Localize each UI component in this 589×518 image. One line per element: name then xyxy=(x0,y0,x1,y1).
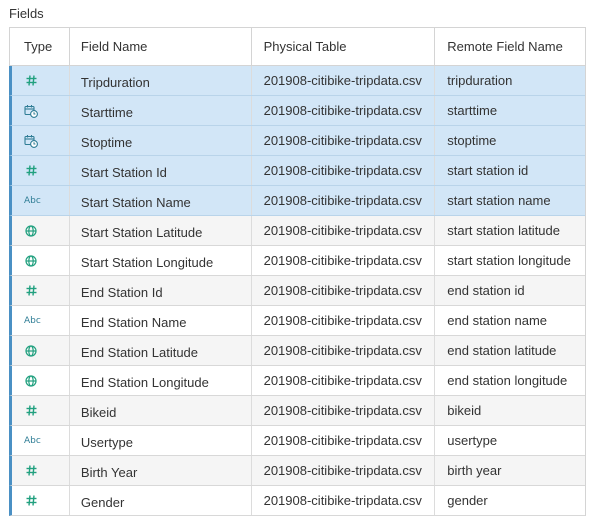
column-header-physical-table[interactable]: Physical Table xyxy=(252,28,436,65)
cell-field-name[interactable]: Stoptime xyxy=(70,126,252,155)
cell-remote-field-name: usertype xyxy=(447,433,498,448)
table-row[interactable]: Abc Usertype 201908-citibike-tripdata.csv u… xyxy=(9,426,585,456)
table-row[interactable]: Abc Start Station Name 201908-citibike-tri… xyxy=(9,186,585,216)
cell-physical-table: 201908-citibike-tripdata.csv xyxy=(252,486,436,515)
cell-field-name[interactable]: End Station Longitude xyxy=(70,366,252,395)
cell-field-name[interactable]: End Station Id xyxy=(70,276,252,305)
datetime-icon[interactable] xyxy=(24,104,38,118)
cell-remote-field-name: tripduration xyxy=(447,73,513,88)
table-row[interactable]: Start Station Latitude 201908-citibike-tr… xyxy=(9,216,585,246)
cell-remote-field-name: start station name xyxy=(447,193,551,208)
cell-field-name[interactable]: Start Station Latitude xyxy=(70,216,252,245)
table-row[interactable]: End Station Longitude 201908-citibike-tri… xyxy=(9,366,585,396)
cell-physical-table: 201908-citibike-tripdata.csv xyxy=(252,126,436,155)
cell-physical-table: 201908-citibike-tripdata.csv xyxy=(252,216,436,245)
column-header-type[interactable]: Type xyxy=(10,28,70,65)
cell-remote-field-name: bikeid xyxy=(447,403,482,418)
cell-field-name[interactable]: Starttime xyxy=(70,96,252,125)
cell-remote-field-name: end station id xyxy=(447,283,525,298)
section-title: Fields xyxy=(9,6,44,21)
number-icon[interactable] xyxy=(24,74,38,88)
table-row[interactable]: Start Station Id 201908-citibike-tripdata… xyxy=(9,156,585,186)
cell-remote-field-name: stoptime xyxy=(447,133,497,148)
cell-remote-field-name: end station latitude xyxy=(447,343,557,358)
cell-physical-table: 201908-citibike-tripdata.csv xyxy=(252,156,436,185)
cell-remote-field-name: gender xyxy=(447,493,488,508)
table-row[interactable]: Tripduration 201908-citibike-tripdata.csv… xyxy=(9,66,585,96)
cell-type[interactable] xyxy=(12,486,70,515)
globe-icon[interactable] xyxy=(24,344,38,358)
cell-field-name[interactable]: Usertype xyxy=(70,426,252,455)
cell-physical-table: 201908-citibike-tripdata.csv xyxy=(252,96,436,125)
globe-icon[interactable] xyxy=(24,254,38,268)
cell-type[interactable] xyxy=(12,366,70,395)
cell-field-name[interactable]: Start Station Longitude xyxy=(70,246,252,275)
datetime-icon[interactable] xyxy=(24,134,38,148)
cell-type[interactable] xyxy=(12,216,70,245)
cell-type[interactable] xyxy=(12,336,70,365)
globe-icon[interactable] xyxy=(24,374,38,388)
column-header-remote-field-name[interactable]: Remote Field Name xyxy=(435,28,585,65)
cell-physical-table: 201908-citibike-tripdata.csv xyxy=(252,66,436,95)
cell-physical-table: 201908-citibike-tripdata.csv xyxy=(252,336,436,365)
cell-physical-table: 201908-citibike-tripdata.csv xyxy=(252,456,436,485)
cell-physical-table: 201908-citibike-tripdata.csv xyxy=(252,186,436,215)
table-row[interactable]: Start Station Longitude 201908-citibike-t… xyxy=(9,246,585,276)
table-row[interactable]: Stoptime 201908-citibike-tripdata.csv stop… xyxy=(9,126,585,156)
cell-physical-table: 201908-citibike-tripdata.csv xyxy=(252,246,436,275)
cell-remote-field-name: starttime xyxy=(447,103,498,118)
string-icon[interactable]: Abc xyxy=(24,434,41,448)
grid-header: Type Field Name Physical Table Remote Fi… xyxy=(9,28,585,66)
cell-type[interactable] xyxy=(12,66,70,95)
cell-physical-table: 201908-citibike-tripdata.csv xyxy=(252,276,436,305)
cell-field-name[interactable]: Birth Year xyxy=(70,456,252,485)
cell-type[interactable] xyxy=(12,396,70,425)
cell-remote-field-name: end station name xyxy=(447,313,547,328)
cell-remote-field-name: birth year xyxy=(447,463,502,478)
table-row[interactable]: Birth Year 201908-citibike-tripdata.csv bi… xyxy=(9,456,585,486)
cell-type[interactable] xyxy=(12,246,70,275)
table-row[interactable]: End Station Id 201908-citibike-tripdata.c… xyxy=(9,276,585,306)
table-row[interactable]: Bikeid 201908-citibike-tripdata.csv bikeid xyxy=(9,396,585,426)
cell-remote-field-name: end station longitude xyxy=(447,373,568,388)
cell-type[interactable] xyxy=(12,456,70,485)
cell-field-name[interactable]: Gender xyxy=(70,486,252,515)
cell-field-name[interactable]: End Station Name xyxy=(70,306,252,335)
number-icon[interactable] xyxy=(24,404,38,418)
cell-field-name[interactable]: Start Station Id xyxy=(70,156,252,185)
grid-body: Tripduration 201908-citibike-tripdata.csv… xyxy=(9,66,585,516)
cell-field-name[interactable]: Tripduration xyxy=(70,66,252,95)
cell-remote-field-name: start station id xyxy=(447,163,529,178)
number-icon[interactable] xyxy=(24,164,38,178)
string-icon[interactable]: Abc xyxy=(24,194,41,208)
cell-type[interactable] xyxy=(12,156,70,185)
cell-type[interactable]: Abc xyxy=(12,306,70,335)
number-icon[interactable] xyxy=(24,284,38,298)
cell-type[interactable] xyxy=(12,96,70,125)
cell-type[interactable] xyxy=(12,276,70,305)
globe-icon[interactable] xyxy=(24,224,38,238)
cell-physical-table: 201908-citibike-tripdata.csv xyxy=(252,306,436,335)
cell-physical-table: 201908-citibike-tripdata.csv xyxy=(252,396,436,425)
table-row[interactable]: End Station Latitude 201908-citibike-trip… xyxy=(9,336,585,366)
cell-field-name[interactable]: End Station Latitude xyxy=(70,336,252,365)
cell-type[interactable] xyxy=(12,126,70,155)
number-icon[interactable] xyxy=(24,464,38,478)
column-header-field-name[interactable]: Field Name xyxy=(70,28,252,65)
cell-field-name[interactable]: Start Station Name xyxy=(70,186,252,215)
cell-type[interactable]: Abc xyxy=(12,186,70,215)
fields-grid: Type Field Name Physical Table Remote Fi… xyxy=(9,27,586,516)
string-icon[interactable]: Abc xyxy=(24,314,41,328)
cell-type[interactable]: Abc xyxy=(12,426,70,455)
table-row[interactable]: Gender 201908-citibike-tripdata.csv gender xyxy=(9,486,585,516)
table-row[interactable]: Starttime 201908-citibike-tripdata.csv sta… xyxy=(9,96,585,126)
table-row[interactable]: Abc End Station Name 201908-citibike-tripd… xyxy=(9,306,585,336)
cell-field-name[interactable]: Bikeid xyxy=(70,396,252,425)
cell-remote-field-name: start station longitude xyxy=(447,253,571,268)
cell-physical-table: 201908-citibike-tripdata.csv xyxy=(252,366,436,395)
cell-physical-table: 201908-citibike-tripdata.csv xyxy=(252,426,436,455)
number-icon[interactable] xyxy=(24,494,38,508)
cell-remote-field-name: start station latitude xyxy=(447,223,560,238)
